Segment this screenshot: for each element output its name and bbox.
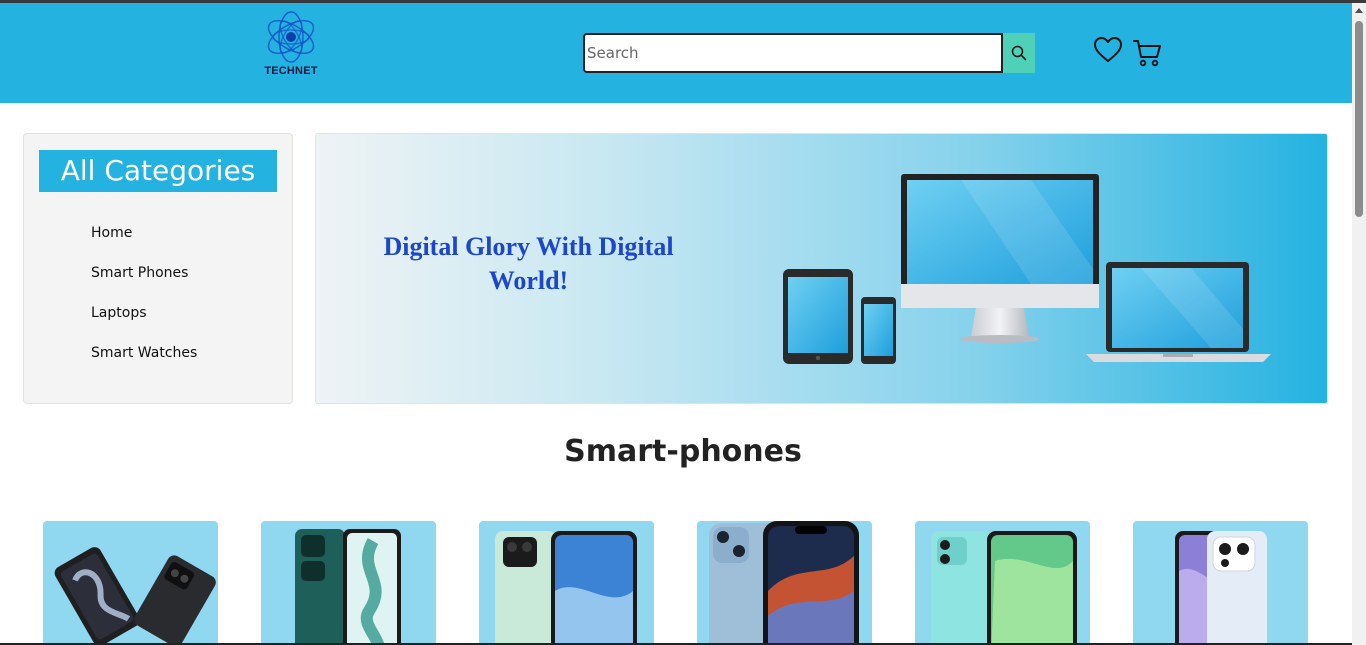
green-phone-image [931,531,1077,645]
hero-banner: Digital Glory With Digital World! [315,133,1328,404]
cart-button[interactable] [1132,38,1162,72]
wishlist-button[interactable] [1093,36,1123,68]
oppo-a57-phone-image [495,531,637,645]
logo-text: TECHNET [264,65,318,77]
devices-illustration [783,174,1271,364]
cart-icon [1133,40,1161,67]
vivo-phone-image [295,529,401,645]
page-scrollbar[interactable] [1352,3,1366,645]
product-card[interactable] [479,521,654,645]
category-item-laptops[interactable]: Laptops [91,302,197,342]
site-header: TECHNET [0,3,1352,103]
scroll-thumb[interactable] [1355,21,1363,217]
search-button[interactable] [1003,33,1035,73]
category-item-smart-watches[interactable]: Smart Watches [91,342,197,382]
scroll-up-arrow-icon[interactable] [1355,8,1363,13]
heart-icon [1094,37,1122,62]
product-card[interactable] [915,521,1090,645]
search-icon [1011,45,1027,61]
categories-sidebar: All Categories Home Smart Phones Laptops… [23,133,293,404]
search-bar [583,33,1035,73]
iphone-14-image [709,521,859,645]
logo-emblem-icon [267,11,315,63]
product-card[interactable] [697,521,872,645]
search-input[interactable] [583,33,1003,73]
categories-list: Home Smart Phones Laptops Smart Watches [91,222,197,382]
section-title-smart-phones: Smart-phones [564,434,802,469]
category-item-smart-phones[interactable]: Smart Phones [91,262,197,302]
product-card[interactable] [1133,521,1308,645]
blue-phone-image [1175,531,1267,645]
categories-title: All Categories [39,150,277,192]
product-card[interactable] [261,521,436,645]
product-card[interactable] [43,521,218,645]
technet-logo[interactable]: TECHNET [260,7,322,77]
foldable-phone-image [54,547,216,645]
banner-headline: Digital Glory With Digital World! [383,232,674,295]
category-item-home[interactable]: Home [91,222,197,262]
